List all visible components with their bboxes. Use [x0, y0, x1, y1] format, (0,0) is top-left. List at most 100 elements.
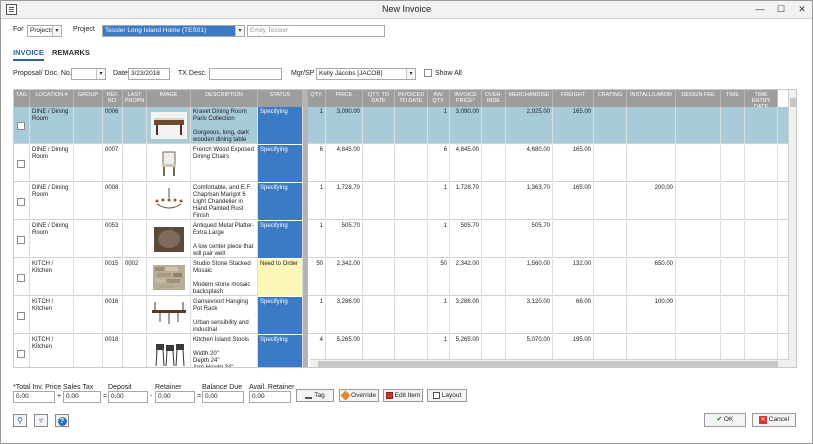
empty-cell[interactable] — [676, 183, 721, 220]
empty-cell[interactable] — [676, 297, 721, 334]
last-propn-cell[interactable]: 0002 — [123, 259, 147, 296]
empty-cell[interactable] — [395, 145, 428, 182]
row-tag-checkbox[interactable] — [17, 122, 25, 130]
column-header[interactable]: REF. NO. — [103, 90, 123, 107]
search-button[interactable]: ⚲ — [13, 414, 27, 427]
install-cell[interactable] — [627, 221, 676, 258]
tag-cell[interactable] — [14, 335, 30, 367]
empty-cell[interactable] — [482, 107, 506, 144]
freight-cell[interactable] — [553, 221, 594, 258]
minimize-button[interactable]: — — [753, 3, 767, 16]
empty-cell[interactable] — [721, 107, 745, 144]
empty-cell[interactable] — [74, 145, 103, 182]
vertical-scroll-thumb[interactable] — [790, 98, 796, 107]
frozen-column-splitter[interactable] — [303, 90, 308, 367]
freight-cell[interactable]: 66.00 — [553, 297, 594, 334]
empty-cell[interactable] — [395, 183, 428, 220]
override-button[interactable]: Override — [339, 389, 379, 402]
table-row[interactable]: KITCH / Kitchen 0015 0002 Studio Stone Stac… — [14, 259, 796, 296]
install-cell[interactable] — [627, 145, 676, 182]
install-cell[interactable]: 200.00 — [627, 183, 676, 220]
empty-cell[interactable] — [721, 145, 745, 182]
empty-cell[interactable] — [745, 221, 778, 258]
inv-qty-cell[interactable]: 1 — [428, 107, 450, 144]
empty-cell[interactable] — [395, 107, 428, 144]
status-cell[interactable]: Specifying — [258, 107, 303, 144]
qty-cell[interactable]: 1 — [308, 107, 326, 144]
tab-remarks[interactable]: REMARKS — [52, 48, 90, 57]
row-tag-checkbox[interactable] — [17, 236, 25, 244]
last-propn-cell[interactable] — [123, 183, 147, 220]
empty-cell[interactable] — [482, 183, 506, 220]
proposal-select[interactable]: ▾ — [71, 68, 106, 80]
price-cell[interactable]: 3,286.00 — [326, 297, 363, 334]
tag-cell[interactable] — [14, 259, 30, 296]
price-cell[interactable]: 505.70 — [326, 221, 363, 258]
empty-cell[interactable] — [721, 297, 745, 334]
desc-cell[interactable]: Kitchen Island Stools Width 20" Depth 24… — [191, 335, 258, 367]
empty-cell[interactable] — [676, 145, 721, 182]
column-header[interactable]: MERCHANDISE — [506, 90, 553, 107]
last-propn-cell[interactable] — [123, 335, 147, 367]
column-header[interactable]: DESCRIPTION — [191, 90, 258, 107]
empty-cell[interactable] — [721, 221, 745, 258]
freight-cell[interactable]: 132.00 — [553, 259, 594, 296]
table-row[interactable]: DINE / Dining Room 0008 Comfortable, and E… — [14, 183, 796, 220]
location-cell[interactable]: KITCH / Kitchen — [30, 297, 74, 334]
empty-cell[interactable] — [721, 183, 745, 220]
retainer-field[interactable]: 0.00 — [155, 391, 195, 403]
tag-cell[interactable] — [14, 107, 30, 144]
price-cell[interactable]: 2,342.00 — [326, 259, 363, 296]
location-cell[interactable]: KITCH / Kitchen — [30, 259, 74, 296]
show-all-checkbox[interactable] — [424, 69, 432, 77]
merch-cell[interactable]: 3,120.00 — [506, 297, 553, 334]
column-header[interactable]: LOCATION ▾ — [30, 90, 74, 107]
install-cell[interactable]: 650.00 — [627, 259, 676, 296]
row-tag-checkbox[interactable] — [17, 160, 25, 168]
merch-cell[interactable]: 1,363.70 — [506, 183, 553, 220]
empty-cell[interactable] — [676, 259, 721, 296]
empty-cell[interactable] — [676, 107, 721, 144]
empty-cell[interactable] — [363, 297, 395, 334]
column-header[interactable]: IMAGE — [147, 90, 191, 107]
table-row[interactable]: KITCH / Kitchen 0016 Gansevoort Hanging Po… — [14, 297, 796, 334]
qty-cell[interactable]: 6 — [308, 145, 326, 182]
avail-retainer-field[interactable]: 0.00 — [249, 391, 291, 403]
inv-qty-cell[interactable]: 50 — [428, 259, 450, 296]
deposit-field[interactable]: 0.00 — [108, 391, 148, 403]
empty-cell[interactable] — [745, 107, 778, 144]
merch-cell[interactable]: 1,560.00 — [506, 259, 553, 296]
column-header[interactable]: TIME ENTRY DATE — [745, 90, 778, 107]
status-cell[interactable]: Specifying — [258, 297, 303, 334]
ref-cell[interactable]: 0006 — [103, 107, 123, 144]
column-header[interactable]: INVOICE PRICE* — [450, 90, 482, 107]
horizontal-scroll-thumb[interactable] — [318, 361, 778, 367]
empty-cell[interactable] — [594, 259, 627, 296]
empty-cell[interactable] — [482, 221, 506, 258]
column-header[interactable]: TAG — [14, 90, 30, 107]
empty-cell[interactable] — [594, 221, 627, 258]
column-header[interactable]: QTY. — [308, 90, 326, 107]
table-row[interactable]: DINE / Dining Room 0053 Antiqued Metal Pla… — [14, 221, 796, 258]
qty-cell[interactable]: 1 — [308, 297, 326, 334]
install-cell[interactable]: 100.00 — [627, 297, 676, 334]
price-cell[interactable]: 3,090.00 — [326, 107, 363, 144]
empty-cell[interactable] — [363, 145, 395, 182]
location-cell[interactable]: DINE / Dining Room — [30, 221, 74, 258]
filter-button[interactable]: ▿ — [34, 414, 48, 427]
column-header[interactable]: LAST PROPN — [123, 90, 147, 107]
client-field[interactable]: Emily Tessler — [247, 25, 385, 37]
inv-price-cell[interactable]: 3,286.00 — [450, 297, 482, 334]
empty-cell[interactable] — [594, 145, 627, 182]
column-header[interactable]: DESIGN FEE — [676, 90, 721, 107]
location-cell[interactable]: KITCH / Kitchen — [30, 335, 74, 367]
last-propn-cell[interactable] — [123, 145, 147, 182]
desc-cell[interactable]: Gansevoort Hanging Pot Rack Urban sensib… — [191, 297, 258, 334]
empty-cell[interactable] — [482, 297, 506, 334]
merch-cell[interactable]: 505.70 — [506, 221, 553, 258]
column-header[interactable]: INVOICED TO DATE — [395, 90, 428, 107]
vertical-scrollbar[interactable] — [788, 90, 796, 367]
inv-price-cell[interactable]: 2,342.00 — [450, 259, 482, 296]
inv-price-cell[interactable]: 4,845.00 — [450, 145, 482, 182]
ref-cell[interactable]: 0008 — [103, 183, 123, 220]
